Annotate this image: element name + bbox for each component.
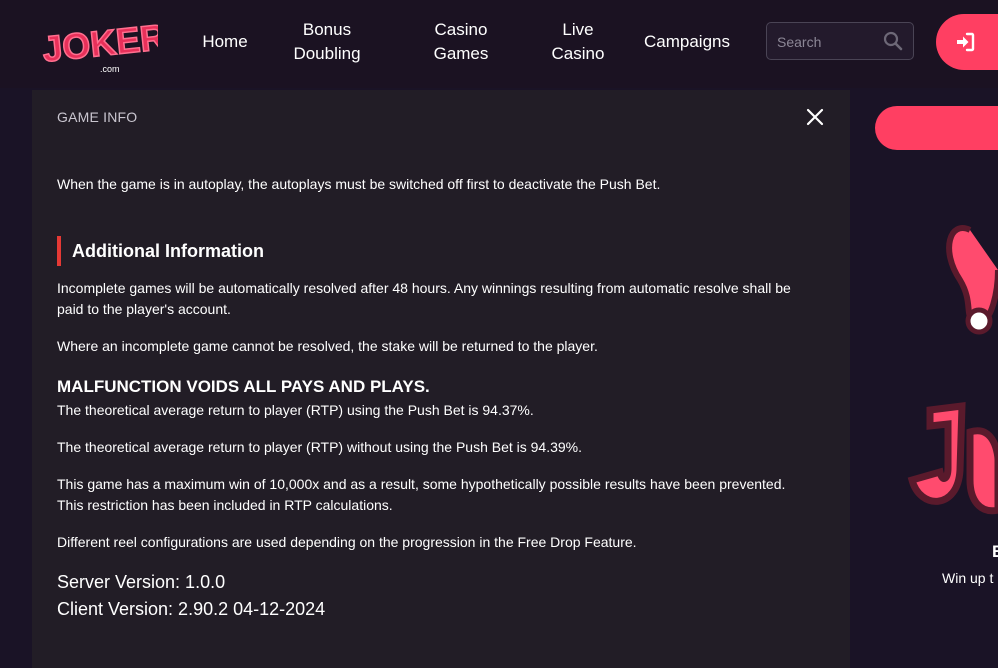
- server-version: Server Version: 1.0.0: [57, 572, 226, 592]
- client-version: Client Version: 2.90.2 04-12-2024: [57, 599, 326, 619]
- nav-home-label: Home: [202, 30, 247, 54]
- nav-campaigns[interactable]: Campaigns: [636, 0, 738, 84]
- nav-live-casino-label: Live Casino: [552, 18, 605, 66]
- rtp-without-push-bet: The theoretical average return to player…: [57, 439, 583, 455]
- nav-home-line1: Home: [202, 32, 248, 51]
- nav-bonus-doubling[interactable]: Bonus Doubling: [282, 0, 372, 84]
- logo-wordmark: JOKERI: [40, 15, 158, 70]
- rtp-with-push-bet: The theoretical average return to player…: [57, 402, 534, 418]
- autoplay-paragraph: When the game is in autoplay, the autopl…: [57, 176, 661, 192]
- section-heading: Additional Information: [57, 236, 264, 266]
- login-icon: [954, 31, 976, 53]
- jokeri-logo[interactable]: JOKERI .com: [38, 8, 158, 76]
- top-header: JOKERI .com Home Bonus Doubling Casino G…: [0, 0, 998, 88]
- max-win-paragraph: This game has a maximum win of 10,000x a…: [57, 476, 786, 513]
- unresolved-game-paragraph: Where an incomplete game cannot be resol…: [57, 338, 598, 354]
- nav-campaigns-line1: Campaigns: [644, 32, 730, 51]
- malfunction-notice: MALFUNCTION VOIDS ALL PAYS AND PLAYS.: [57, 377, 430, 396]
- modal-title: GAME INFO: [57, 109, 138, 125]
- search-box: [766, 22, 914, 61]
- logo-subtext: .com: [100, 64, 120, 74]
- nav-bonus-doubling-line1: Bonus: [302, 20, 352, 39]
- login-button[interactable]: [936, 14, 998, 70]
- side-heading-fragment: E: [992, 542, 998, 561]
- search-icon[interactable]: [883, 31, 903, 51]
- nav-casino-games[interactable]: Casino Games: [420, 0, 502, 84]
- side-promo-button[interactable]: [875, 106, 998, 150]
- promo-artwork: [900, 210, 998, 540]
- nav-campaigns-label: Campaigns: [644, 30, 730, 54]
- incomplete-games-paragraph: Incomplete games will be automatically r…: [57, 280, 791, 317]
- nav-live-casino[interactable]: Live Casino: [540, 0, 616, 84]
- side-promo-text: Win up t: [942, 570, 994, 586]
- search-input[interactable]: [775, 23, 883, 61]
- close-button[interactable]: [804, 106, 826, 128]
- logo-graphic: JOKERI .com: [40, 14, 158, 74]
- close-icon: [806, 108, 824, 126]
- nav-bonus-doubling-line2: Doubling: [293, 44, 361, 63]
- nav-live-casino-line2: Casino: [551, 44, 605, 63]
- game-info-modal: GAME INFO When the game is in autoplay, …: [32, 90, 850, 668]
- nav-casino-games-label: Casino Games: [434, 18, 489, 66]
- nav-bonus-doubling-label: Bonus Doubling: [293, 18, 360, 66]
- reel-config-paragraph: Different reel configurations are used d…: [57, 534, 637, 550]
- nav-casino-games-line1: Casino: [434, 20, 488, 39]
- nav-casino-games-line2: Games: [433, 44, 489, 63]
- nav-live-casino-line1: Live: [562, 20, 594, 39]
- nav-home[interactable]: Home: [190, 0, 260, 84]
